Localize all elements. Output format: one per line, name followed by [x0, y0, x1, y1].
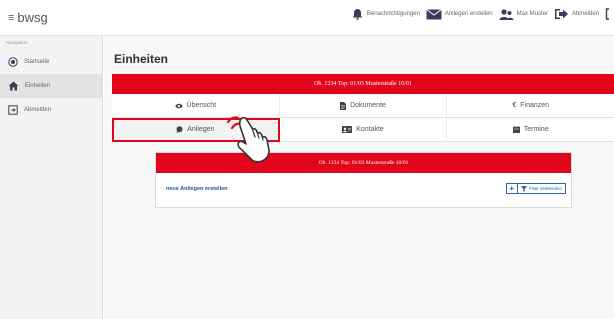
tab-termine[interactable]: Termine — [447, 118, 614, 142]
tap-hand-cursor-icon — [226, 116, 270, 163]
sidebar-caption: Navigation — [6, 40, 28, 45]
user-name: Max Muster — [516, 11, 548, 17]
create-request-link[interactable]: Anliegen erstellen — [426, 8, 493, 20]
filter-toggle-button[interactable]: Filter einblenden — [516, 183, 566, 194]
envelope-icon — [426, 8, 442, 19]
brand-name: bwsg — [17, 10, 48, 25]
notifications-label: Benachrichtigungen — [366, 11, 420, 17]
sidebar-item-startseite[interactable]: Startseite — [0, 50, 102, 74]
tab-label: Finanzen — [520, 102, 550, 109]
tab-label: Anliegen — [187, 126, 215, 133]
logout-label: Abmelden — [571, 11, 599, 17]
bracket-icon — [605, 8, 609, 20]
page-title: Einheiten — [114, 52, 169, 66]
hamburger-menu-icon[interactable]: ≡ — [8, 12, 14, 24]
user-menu[interactable]: Max Muster — [499, 8, 548, 20]
tab-kontakte[interactable]: Kontakte — [279, 118, 448, 142]
tab-label: Termine — [523, 126, 549, 133]
euro-icon: € — [512, 102, 517, 109]
sidebar: Navigation Startseite Einheiten Abmelden — [0, 36, 103, 319]
top-navigation: Benachrichtigungen Anliegen erstellen Ma… — [351, 8, 610, 20]
new-request-link[interactable]: neue Anliegen erstellen — [166, 186, 228, 192]
sidebar-item-abmelden[interactable]: Abmelden — [0, 98, 102, 122]
brand[interactable]: ≡ bwsg — [8, 10, 48, 25]
requests-header-bar: Ob. 1234 Top: 01/03 Musterstraße 10/01 — [156, 153, 571, 173]
comment-icon — [176, 126, 183, 133]
logout-link[interactable]: Abmelden — [554, 8, 599, 20]
logout-icon — [554, 9, 568, 19]
sidebar-item-label: Startseite — [24, 59, 50, 65]
dashboard-icon — [8, 57, 18, 67]
file-icon — [340, 101, 347, 110]
tab-label: Dokumente — [350, 102, 386, 109]
tab-label: Kontakte — [356, 126, 384, 133]
contact-card-icon — [342, 126, 353, 133]
main-content: Einheiten Ob. 1234 Top: 01/03 Musterstra… — [104, 36, 614, 319]
sidebar-item-label: Einheiten — [25, 83, 51, 89]
home-icon — [8, 81, 19, 91]
create-request-label: Anliegen erstellen — [444, 11, 493, 17]
tab-finanzen[interactable]: € Finanzen — [447, 94, 614, 118]
tab-dokumente[interactable]: Dokumente — [279, 94, 448, 118]
users-icon — [499, 8, 514, 20]
sidebar-item-einheiten[interactable]: Einheiten — [0, 74, 102, 98]
sidebar-item-label: Abmelden — [24, 107, 52, 113]
requests-panel: Ob. 1234 Top: 01/03 Musterstraße 10/01 n… — [155, 152, 572, 208]
bell-icon — [352, 9, 363, 20]
add-button[interactable]: + — [505, 183, 517, 194]
unit-tabs: Übersicht Dokumente € Finanzen Anliegen … — [112, 94, 614, 142]
unit-header-bar: Ob. 1234 Top: 01/03 Musterstraße 10/01 — [112, 74, 614, 94]
tab-label: Übersicht — [186, 102, 217, 109]
notifications-link[interactable]: Benachrichtigungen — [351, 8, 420, 20]
calendar-icon — [512, 126, 520, 133]
top-bar: ≡ bwsg Benachrichtigungen Anliegen erste… — [0, 0, 614, 36]
logout-icon — [8, 105, 18, 115]
filter-icon — [520, 185, 527, 192]
eye-icon — [174, 103, 183, 108]
filter-label: Filter einblenden — [528, 186, 562, 191]
filter-controls: + Filter einblenden — [505, 183, 566, 194]
